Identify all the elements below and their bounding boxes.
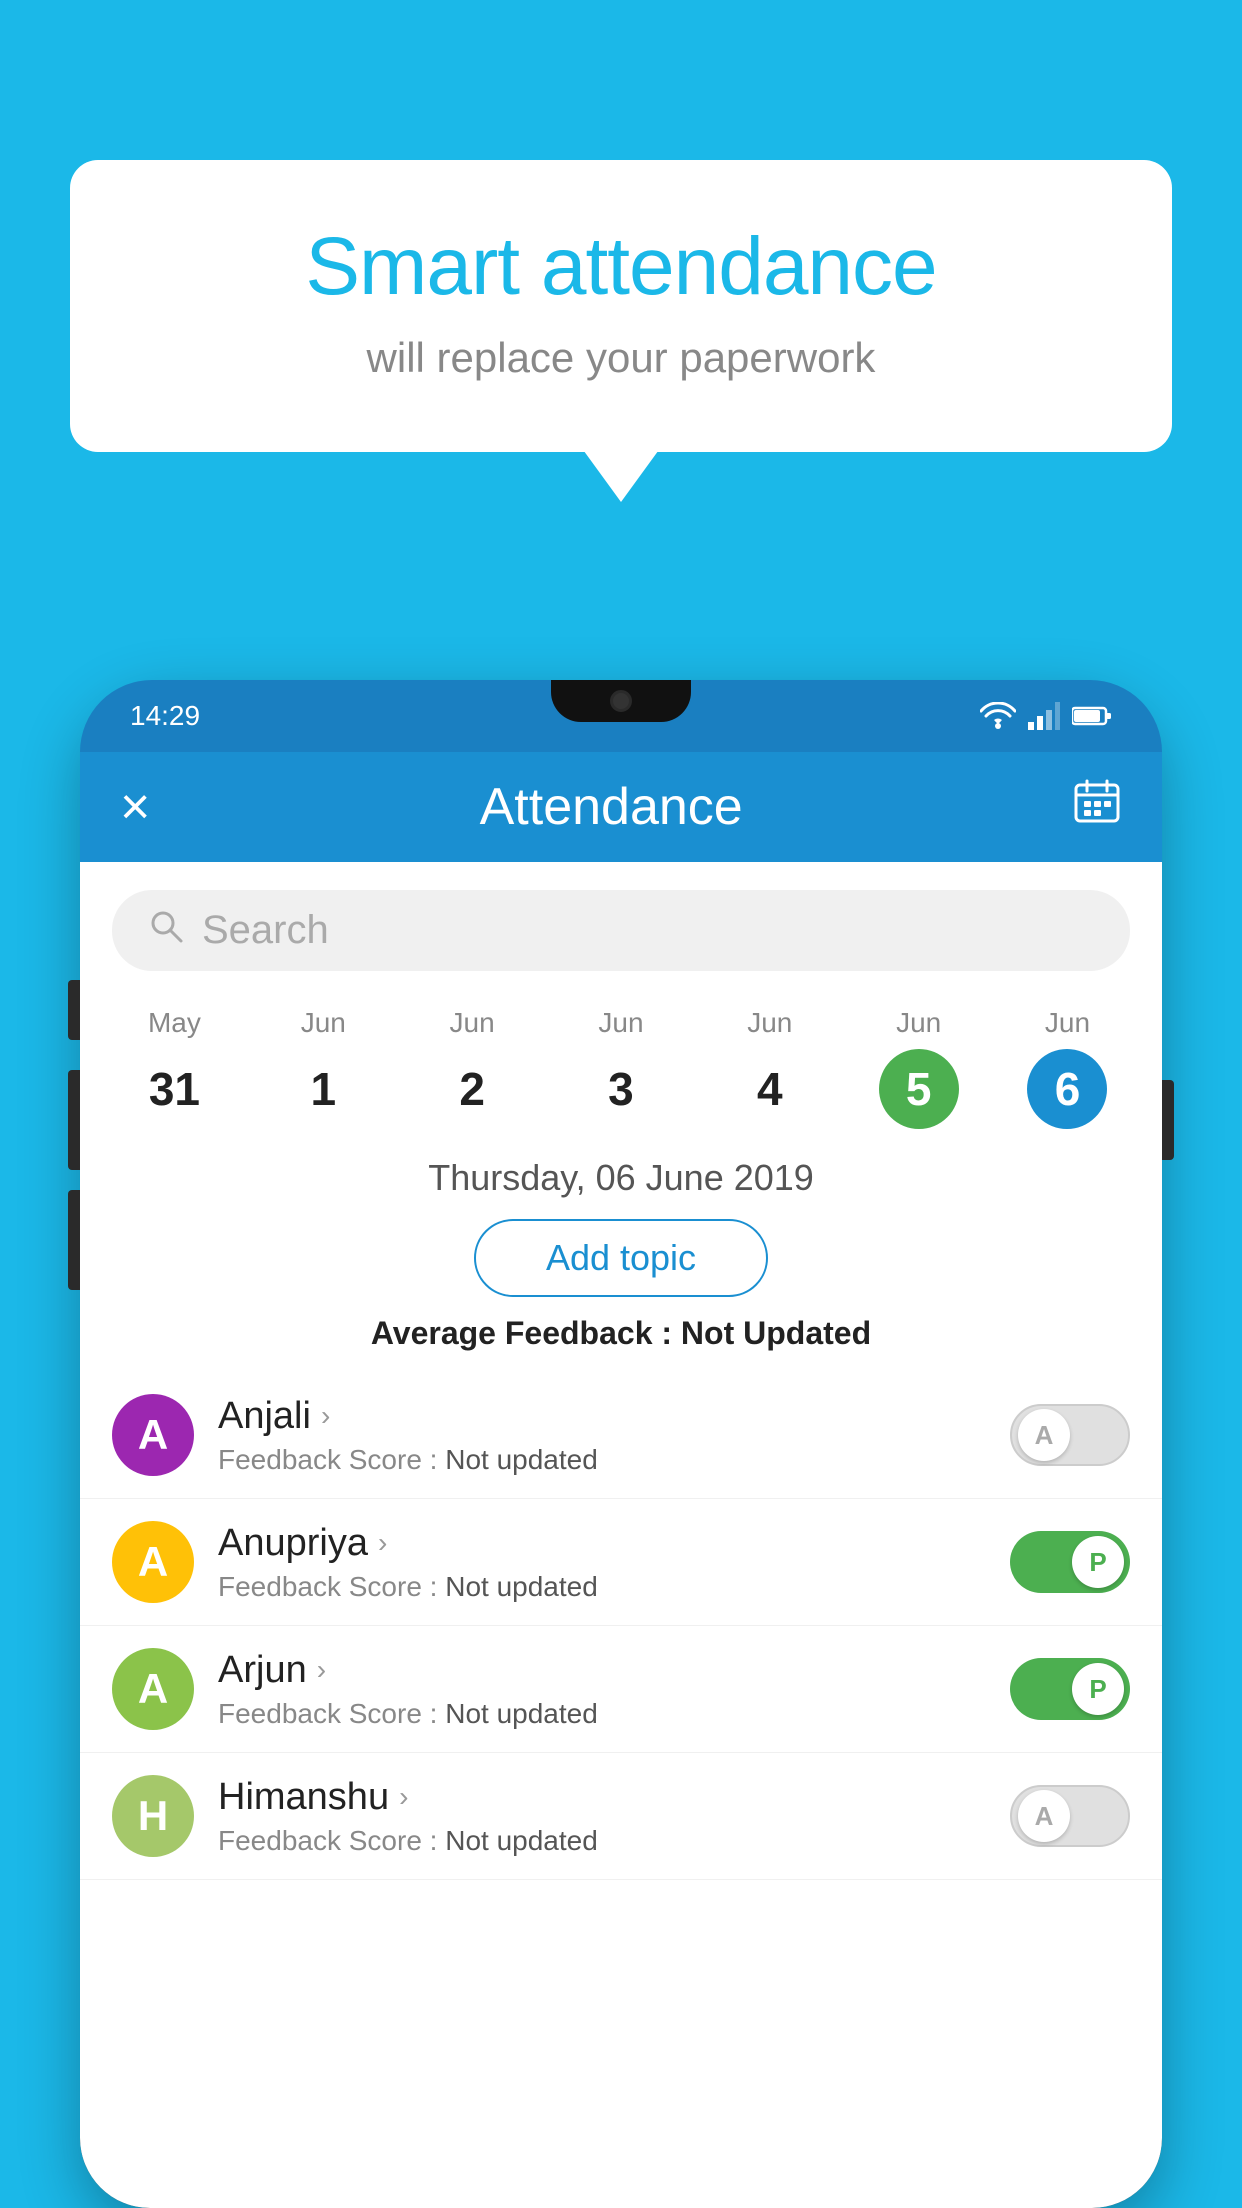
speech-bubble: Smart attendance will replace your paper… xyxy=(70,160,1172,452)
search-bar[interactable]: Search xyxy=(112,890,1130,971)
app-bar: × Attendance xyxy=(80,752,1162,862)
toggle-knob-0: A xyxy=(1018,1409,1070,1461)
battery-icon xyxy=(1072,705,1112,727)
toggle-knob-2: P xyxy=(1072,1663,1124,1715)
phone-frame: 14:29 xyxy=(80,680,1162,2208)
student-toggle-1[interactable]: P xyxy=(1010,1531,1130,1593)
status-icons xyxy=(980,702,1112,730)
calendar-day-4[interactable]: Jun 4 xyxy=(730,1007,810,1129)
student-name-1: Anupriya › xyxy=(218,1522,986,1565)
side-button-left-1 xyxy=(68,980,80,1040)
student-info-1: Anupriya › Feedback Score : Not updated xyxy=(218,1522,986,1603)
cal-date-3: 3 xyxy=(581,1049,661,1129)
student-name-0: Anjali › xyxy=(218,1395,986,1438)
close-button[interactable]: × xyxy=(120,777,150,837)
student-avatar-2: A xyxy=(112,1648,194,1730)
toggle-knob-1: P xyxy=(1072,1536,1124,1588)
wifi-icon xyxy=(980,702,1016,730)
student-item-1[interactable]: A Anupriya › Feedback Score : Not updated P xyxy=(80,1499,1162,1626)
phone-content: Search May 31 Jun 1 Jun 2 Jun 3 Jun 4 Jun 5 Jun 6 Thu… xyxy=(80,862,1162,2208)
add-topic-button[interactable]: Add topic xyxy=(474,1219,768,1297)
chevron-icon-2: › xyxy=(317,1654,326,1686)
cal-month-1: Jun xyxy=(301,1007,346,1039)
student-feedback-1: Feedback Score : Not updated xyxy=(218,1571,986,1603)
cal-date-5: 5 xyxy=(879,1049,959,1129)
student-toggle-0[interactable]: A xyxy=(1010,1404,1130,1466)
cal-date-6: 6 xyxy=(1027,1049,1107,1129)
cal-month-5: Jun xyxy=(896,1007,941,1039)
camera xyxy=(610,690,632,712)
student-avatar-0: A xyxy=(112,1394,194,1476)
chevron-icon-3: › xyxy=(399,1781,408,1813)
status-bar: 14:29 xyxy=(80,680,1162,752)
notch xyxy=(551,680,691,722)
add-topic-container: Add topic xyxy=(80,1219,1162,1297)
calendar-day-2[interactable]: Jun 2 xyxy=(432,1007,512,1129)
cal-date-0: 31 xyxy=(134,1049,214,1129)
calendar-day-6[interactable]: Jun 6 xyxy=(1027,1007,1107,1129)
student-item-2[interactable]: A Arjun › Feedback Score : Not updated P xyxy=(80,1626,1162,1753)
student-info-0: Anjali › Feedback Score : Not updated xyxy=(218,1395,986,1476)
calendar-day-0[interactable]: May 31 xyxy=(134,1007,214,1129)
student-info-2: Arjun › Feedback Score : Not updated xyxy=(218,1649,986,1730)
calendar-day-5[interactable]: Jun 5 xyxy=(879,1007,959,1129)
student-name-3: Himanshu › xyxy=(218,1776,986,1819)
app-bar-title: Attendance xyxy=(480,777,743,837)
cal-month-3: Jun xyxy=(598,1007,643,1039)
cal-month-6: Jun xyxy=(1045,1007,1090,1039)
cal-month-4: Jun xyxy=(747,1007,792,1039)
average-feedback: Average Feedback : Not Updated xyxy=(80,1315,1162,1352)
student-feedback-2: Feedback Score : Not updated xyxy=(218,1698,986,1730)
toggle-knob-3: A xyxy=(1018,1790,1070,1842)
side-button-left-3 xyxy=(68,1190,80,1290)
speech-bubble-container: Smart attendance will replace your paper… xyxy=(70,160,1172,452)
cal-date-4: 4 xyxy=(730,1049,810,1129)
status-time: 14:29 xyxy=(130,700,200,732)
student-info-3: Himanshu › Feedback Score : Not updated xyxy=(218,1776,986,1857)
search-icon xyxy=(148,908,184,953)
bubble-subtitle: will replace your paperwork xyxy=(150,334,1092,382)
avg-feedback-value: Not Updated xyxy=(681,1315,871,1351)
calendar-strip: May 31 Jun 1 Jun 2 Jun 3 Jun 4 Jun 5 Jun 6 xyxy=(80,991,1162,1129)
signal-icon xyxy=(1028,702,1060,730)
bubble-title: Smart attendance xyxy=(150,220,1092,314)
student-toggle-3[interactable]: A xyxy=(1010,1785,1130,1847)
side-button-right xyxy=(1162,1080,1174,1160)
cal-date-2: 2 xyxy=(432,1049,512,1129)
calendar-day-3[interactable]: Jun 3 xyxy=(581,1007,661,1129)
student-feedback-3: Feedback Score : Not updated xyxy=(218,1825,986,1857)
student-item-0[interactable]: A Anjali › Feedback Score : Not updated A xyxy=(80,1372,1162,1499)
search-input-placeholder: Search xyxy=(202,908,329,953)
cal-month-0: May xyxy=(148,1007,201,1039)
student-avatar-3: H xyxy=(112,1775,194,1857)
chevron-icon-0: › xyxy=(321,1400,330,1432)
student-list: AAnjali ›Feedback Score : Not updatedAAA… xyxy=(80,1372,1162,1880)
calendar-icon[interactable] xyxy=(1072,777,1122,838)
chevron-icon-1: › xyxy=(378,1527,387,1559)
cal-date-1: 1 xyxy=(283,1049,363,1129)
student-feedback-0: Feedback Score : Not updated xyxy=(218,1444,986,1476)
side-button-left-2 xyxy=(68,1070,80,1170)
calendar-day-1[interactable]: Jun 1 xyxy=(283,1007,363,1129)
student-avatar-1: A xyxy=(112,1521,194,1603)
selected-date-display: Thursday, 06 June 2019 xyxy=(80,1157,1162,1199)
student-toggle-2[interactable]: P xyxy=(1010,1658,1130,1720)
avg-feedback-label: Average Feedback : xyxy=(371,1315,672,1351)
student-item-3[interactable]: H Himanshu › Feedback Score : Not updated A xyxy=(80,1753,1162,1880)
student-name-2: Arjun › xyxy=(218,1649,986,1692)
cal-month-2: Jun xyxy=(450,1007,495,1039)
